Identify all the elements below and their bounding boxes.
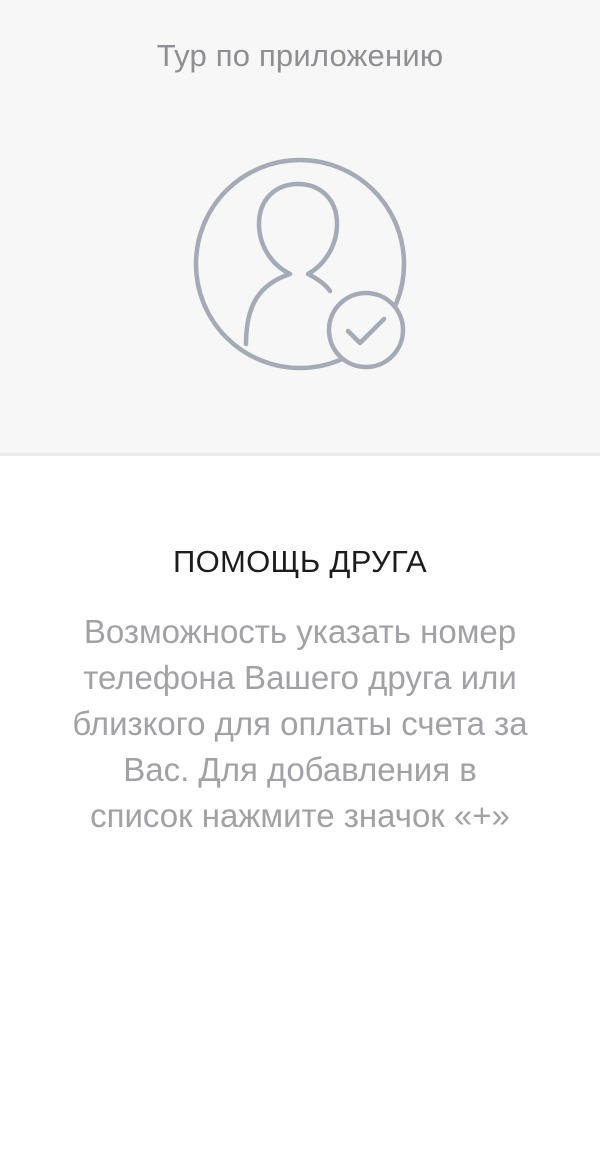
feature-content: ПОМОЩЬ ДРУГА Возможность указать номер т… xyxy=(0,456,600,1160)
feature-description: Возможность указать номер телефона Вашег… xyxy=(72,613,528,834)
tour-header-panel: Тур по приложению xyxy=(0,0,600,456)
tour-title: Тур по приложению xyxy=(156,38,444,73)
feature-title: ПОМОЩЬ ДРУГА xyxy=(172,544,428,579)
user-check-icon xyxy=(190,154,410,374)
